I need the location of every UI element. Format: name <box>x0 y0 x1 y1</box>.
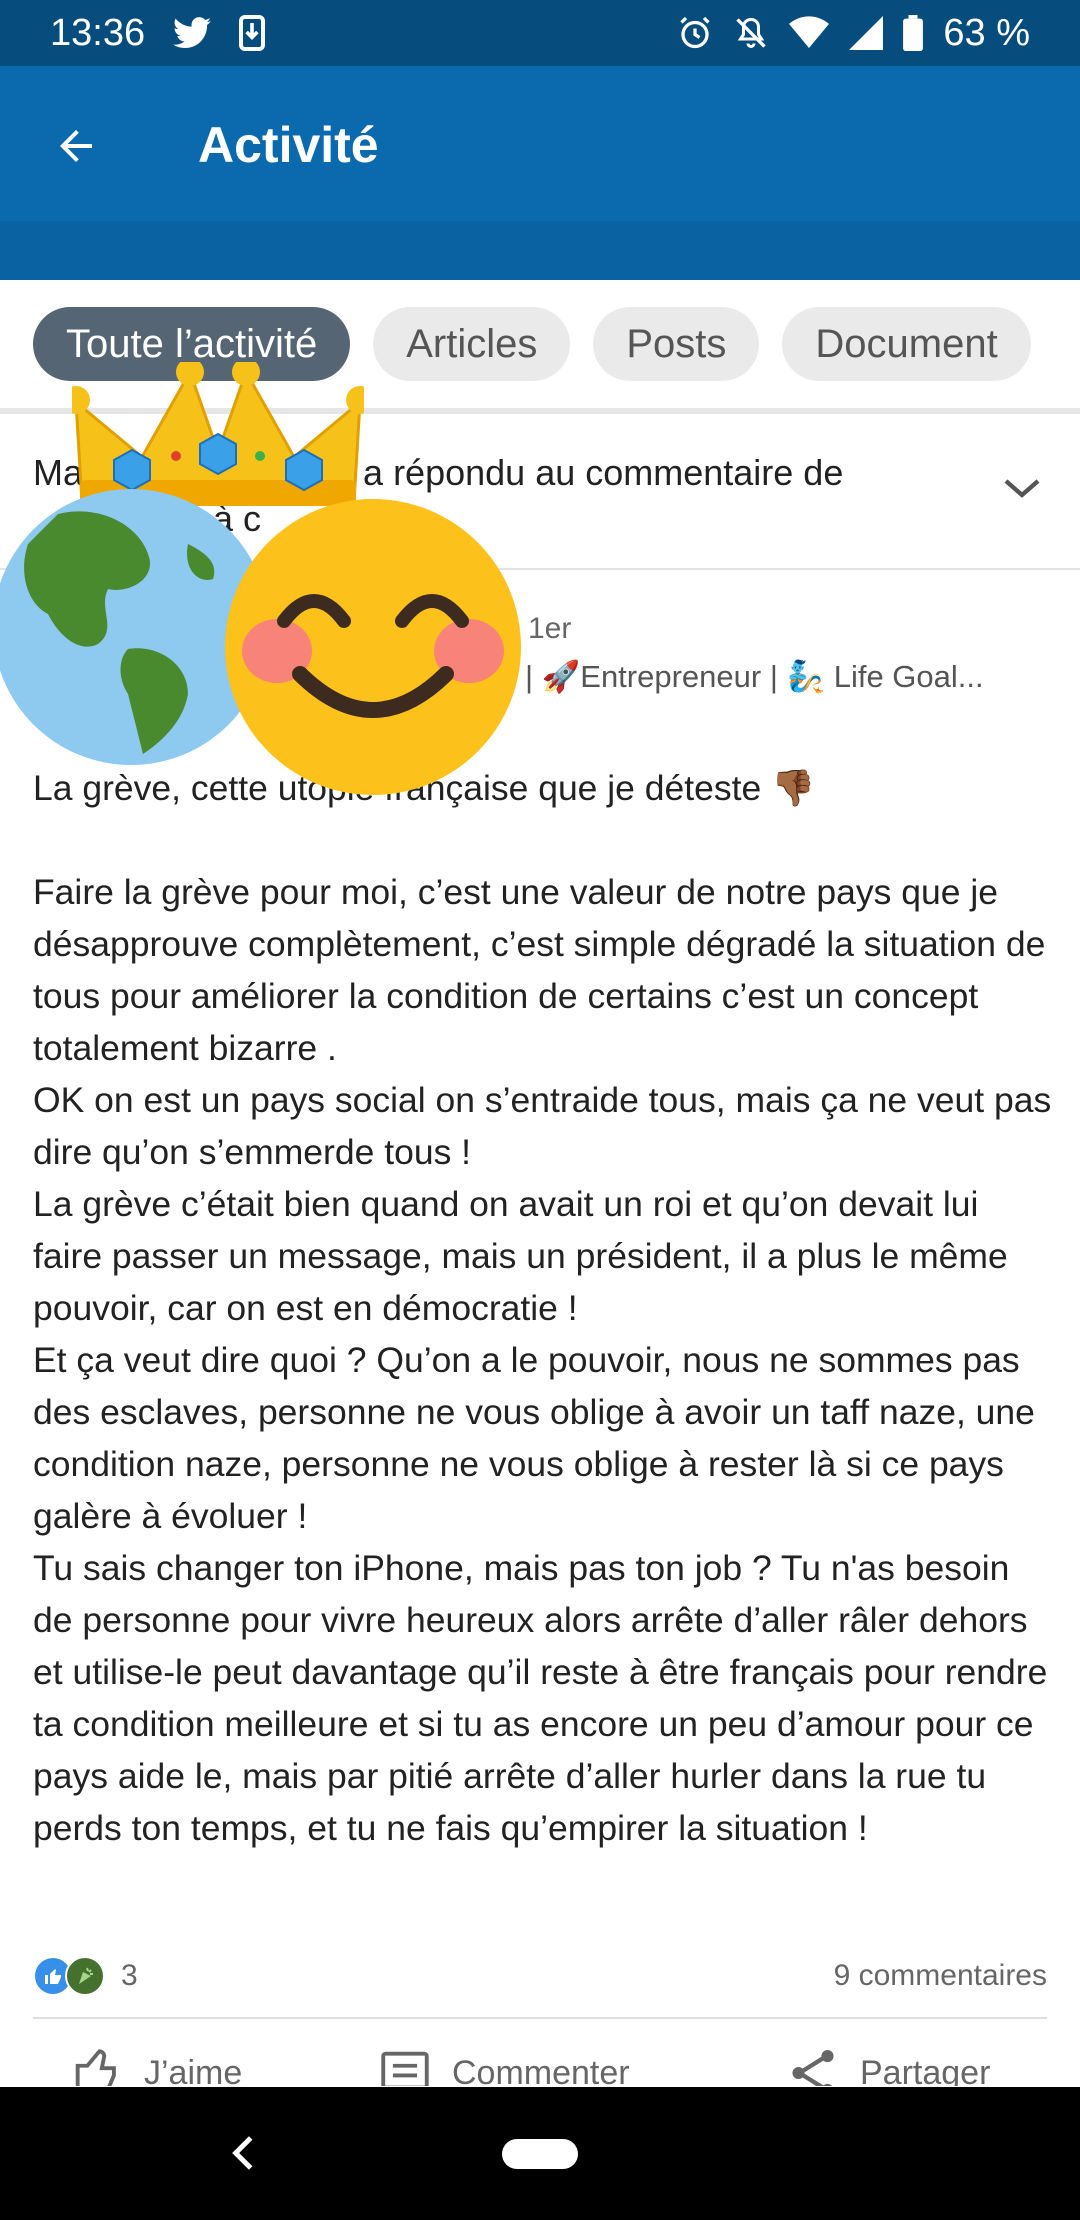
back-button[interactable] <box>44 114 108 178</box>
post-spacer <box>33 814 1053 866</box>
celebrate-reaction-icon <box>65 1956 105 1996</box>
back-arrow-icon <box>60 130 92 162</box>
signal-icon <box>849 16 884 50</box>
status-bar: 13:36 63 % <box>0 0 1080 66</box>
post-line: La grève c’était bien quand on avait un … <box>33 1184 1008 1328</box>
share-button[interactable]: Partager <box>784 2044 990 2086</box>
wifi-icon <box>789 16 830 50</box>
post-text: La grève, cette utopie française que je … <box>33 762 1053 1854</box>
filter-documents[interactable]: Document <box>782 307 1031 381</box>
author-headline: | 🚀Entrepreneur | 🧞 Life Goal... <box>525 659 984 694</box>
comment-button[interactable]: Commenter <box>376 2044 630 2086</box>
share-label: Partager <box>860 2053 991 2087</box>
nav-back-icon[interactable] <box>224 2133 264 2173</box>
share-icon <box>792 2050 834 2086</box>
download-icon <box>239 15 266 51</box>
battery-percent: 63 % <box>943 11 1030 54</box>
mute-icon <box>733 15 769 51</box>
activity-action: a répondu au commentaire de <box>363 452 844 493</box>
status-time: 13:36 <box>50 11 146 54</box>
reaction-count[interactable]: 3 <box>121 1959 138 1993</box>
divider <box>33 2017 1047 2019</box>
twitter-icon <box>173 17 212 49</box>
chevron-down-icon[interactable] <box>998 465 1046 513</box>
social-counts: 3 9 commentaires <box>33 1946 1047 2006</box>
battery-icon <box>903 15 924 51</box>
comment-label: Commenter <box>452 2053 630 2087</box>
post-line: OK on est un pays social on s’entraide t… <box>33 1080 1052 1172</box>
system-nav-bar <box>0 2087 1080 2220</box>
nav-home-button[interactable] <box>502 2139 578 2169</box>
post-actions: J’aime Commenter Partager <box>0 2030 1080 2086</box>
alarm-icon <box>677 15 713 51</box>
post-line: Et ça veut dire quoi ? Qu’on a le pouvoi… <box>33 1340 1035 1536</box>
comment-icon <box>381 2051 429 2086</box>
filter-articles[interactable]: Articles <box>373 307 571 381</box>
like-label: J’aime <box>144 2053 243 2087</box>
comments-count[interactable]: 9 commentaires <box>834 1959 1047 1993</box>
connection-degree: 1er <box>528 612 572 645</box>
page-title: Activité <box>198 117 379 173</box>
like-button[interactable]: J’aime <box>68 2044 242 2086</box>
post-line: Tu sais changer ton iPhone, mais pas ton… <box>33 1548 1048 1848</box>
post-line: Faire la grève pour moi, c’est une valeu… <box>33 872 1046 1068</box>
app-bar: Activité <box>0 66 1080 280</box>
smiling-face-sticker <box>225 499 521 795</box>
like-icon <box>75 2049 116 2086</box>
filter-posts[interactable]: Posts <box>593 307 760 381</box>
